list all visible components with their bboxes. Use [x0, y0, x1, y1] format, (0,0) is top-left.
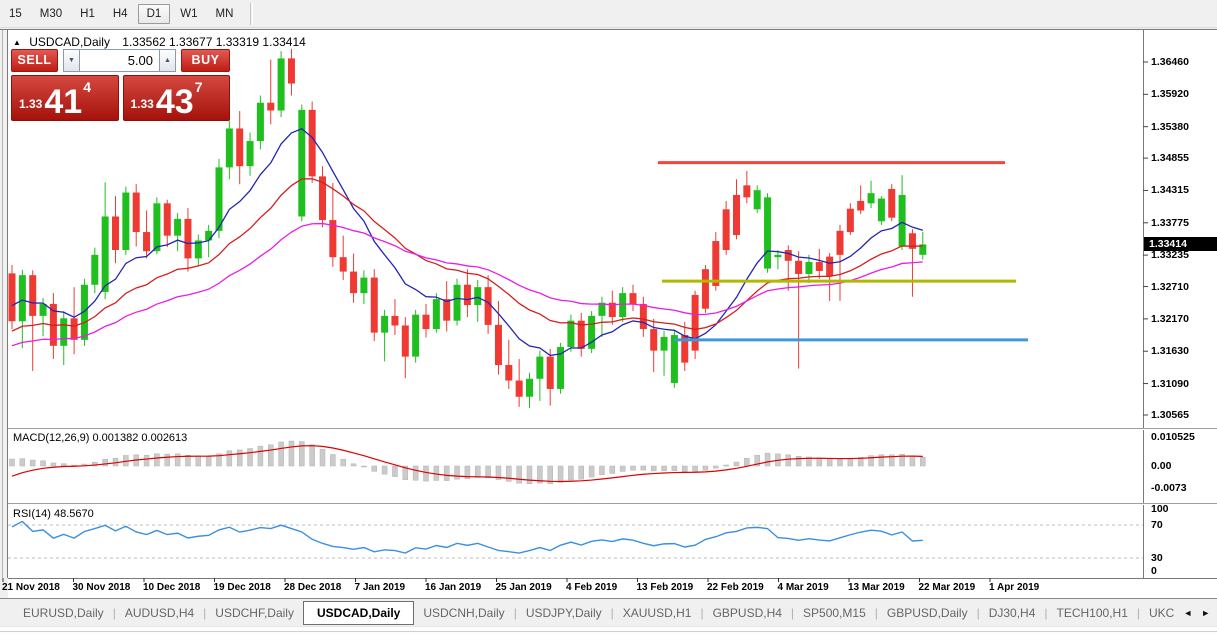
date-axis-label: 22 Mar 2019 [919, 582, 976, 593]
timeframe-15[interactable]: 15 [1, 5, 30, 23]
window-top-border [0, 29, 1217, 30]
tab-usdcnh-daily[interactable]: USDCNH,Daily [414, 606, 513, 620]
buy-price-digits: 43 [156, 89, 194, 117]
price-axis-label: 1.35920 [1151, 88, 1189, 100]
timeframe-h4[interactable]: H4 [105, 5, 136, 23]
date-axis-label: 13 Mar 2019 [848, 582, 905, 593]
price-axis-label: 1.32710 [1151, 281, 1189, 293]
tab-xauusd-h1[interactable]: XAUUSD,H1 [614, 606, 701, 620]
volume-input[interactable]: 5.00 [80, 49, 159, 72]
date-axis-label: 28 Dec 2018 [284, 582, 341, 593]
price-axis-label: 1.34315 [1151, 184, 1189, 196]
one-click-trade-panel: SELL ▼ 5.00 ▲ BUY 1.33 41 4 1.33 43 7 [11, 49, 230, 121]
chart-title: ▲ USDCAD,Daily 1.33562 1.33677 1.33319 1… [13, 35, 306, 49]
date-axis-label: 21 Nov 2018 [2, 582, 60, 593]
collapse-arrow-icon[interactable]: ▲ [13, 38, 21, 47]
date-axis-label: 25 Jan 2019 [496, 582, 552, 593]
tab-scroll-arrows: ◄► [1183, 608, 1217, 618]
tab-eurusd-daily[interactable]: EURUSD,Daily [14, 606, 113, 620]
price-axis-label: 1.32170 [1151, 313, 1189, 325]
tab-gbpusd-daily[interactable]: GBPUSD,Daily [878, 606, 977, 620]
tab-tech100-h1[interactable]: TECH100,H1 [1048, 606, 1137, 620]
macd-axis-label: -0.0073 [1151, 482, 1187, 494]
price-axis-label: 1.30565 [1151, 409, 1189, 421]
macd-axis-label: 0.010525 [1151, 431, 1195, 443]
price-axis-label: 1.34855 [1151, 152, 1189, 164]
tab-audusd-h4[interactable]: AUDUSD,H4 [116, 606, 203, 620]
chart-left-border [7, 30, 8, 578]
date-axis-label: 1 Apr 2019 [989, 582, 1039, 593]
date-axis-label: 30 Nov 2018 [73, 582, 131, 593]
tab-scroll-left-icon[interactable]: ◄ [1183, 608, 1192, 618]
rsi-axis-label: 30 [1151, 552, 1163, 564]
tab-usdchf-daily[interactable]: USDCHF,Daily [206, 606, 303, 620]
timeframe-h1[interactable]: H1 [72, 5, 103, 23]
date-axis-label: 19 Dec 2018 [214, 582, 271, 593]
tab-gbpusd-h4[interactable]: GBPUSD,H4 [704, 606, 791, 620]
window-bottom-line [0, 631, 1217, 632]
volume-increase-icon[interactable]: ▲ [159, 49, 176, 72]
rsi-axis-label: 100 [1151, 503, 1169, 515]
timeframe-w1[interactable]: W1 [172, 5, 205, 23]
sell-button[interactable]: SELL [11, 49, 58, 72]
date-axis-label: 16 Jan 2019 [425, 582, 481, 593]
macd-label: MACD(12,26,9) 0.001382 0.002613 [13, 432, 187, 444]
date-axis-label: 10 Dec 2018 [143, 582, 200, 593]
window-left-edge [2, 30, 3, 578]
tab-dj30-h4[interactable]: DJ30,H4 [980, 606, 1045, 620]
rsi-splitter-highlight [8, 504, 1217, 505]
price-axis-label: 1.36460 [1151, 56, 1189, 68]
price-axis-separator [1143, 30, 1144, 578]
volume-stepper: ▼ 5.00 ▲ [63, 49, 176, 72]
date-axis-label: 13 Feb 2019 [637, 582, 694, 593]
tab-ukc[interactable]: UKC [1140, 606, 1183, 620]
date-axis-label: 4 Mar 2019 [778, 582, 829, 593]
sell-price-pip: 4 [83, 79, 91, 95]
volume-decrease-icon[interactable]: ▼ [63, 49, 80, 72]
macd-axis-label: 0.00 [1151, 460, 1171, 472]
timeframe-toolbar: 15M30H1H4D1W1MN [0, 0, 1217, 28]
price-axis-label: 1.31630 [1151, 345, 1189, 357]
timeframe-m30[interactable]: M30 [32, 5, 70, 23]
buy-price-pip: 7 [195, 79, 203, 95]
timeframe-mn[interactable]: MN [208, 5, 242, 23]
sell-price-prefix: 1.33 [19, 97, 42, 111]
time-axis-border [8, 578, 1217, 579]
rsi-axis-label: 70 [1151, 519, 1163, 531]
price-axis-label: 1.33775 [1151, 217, 1189, 229]
current-price-tag: 1.33414 [1144, 237, 1217, 251]
trade-panel-prices: 1.33 41 4 1.33 43 7 [11, 75, 230, 121]
buy-button[interactable]: BUY [181, 49, 230, 72]
tab-usdjpy-daily[interactable]: USDJPY,Daily [517, 606, 611, 620]
tab-sp500-m15[interactable]: SP500,M15 [794, 606, 875, 620]
timeframe-d1[interactable]: D1 [138, 4, 171, 24]
rsi-label: RSI(14) 48.5670 [13, 508, 94, 520]
chart-symbol-label: USDCAD,Daily [29, 35, 110, 49]
tab-scroll-right-icon[interactable]: ► [1201, 608, 1210, 618]
date-axis-label: 4 Feb 2019 [566, 582, 617, 593]
price-axis-label: 1.31090 [1151, 378, 1189, 390]
sell-price-digits: 41 [44, 89, 82, 117]
sell-price-box[interactable]: 1.33 41 4 [11, 75, 119, 121]
date-axis-label: 7 Jan 2019 [355, 582, 406, 593]
symbol-tab-bar: EURUSD,Daily|AUDUSD,H4|USDCHF,DailyUSDCA… [0, 599, 1217, 626]
macd-splitter-highlight [8, 429, 1217, 430]
price-axis-label: 1.35380 [1151, 121, 1189, 133]
tab-usdcad-daily[interactable]: USDCAD,Daily [303, 601, 414, 625]
buy-price-prefix: 1.33 [131, 97, 154, 111]
trade-panel-controls: SELL ▼ 5.00 ▲ BUY [11, 49, 230, 72]
date-axis-label: 22 Feb 2019 [707, 582, 764, 593]
buy-price-box[interactable]: 1.33 43 7 [123, 75, 231, 121]
toolbar-separator [250, 3, 253, 25]
chart-ohlc-values: 1.33562 1.33677 1.33319 1.33414 [122, 35, 306, 49]
rsi-axis-label: 0 [1151, 565, 1157, 577]
